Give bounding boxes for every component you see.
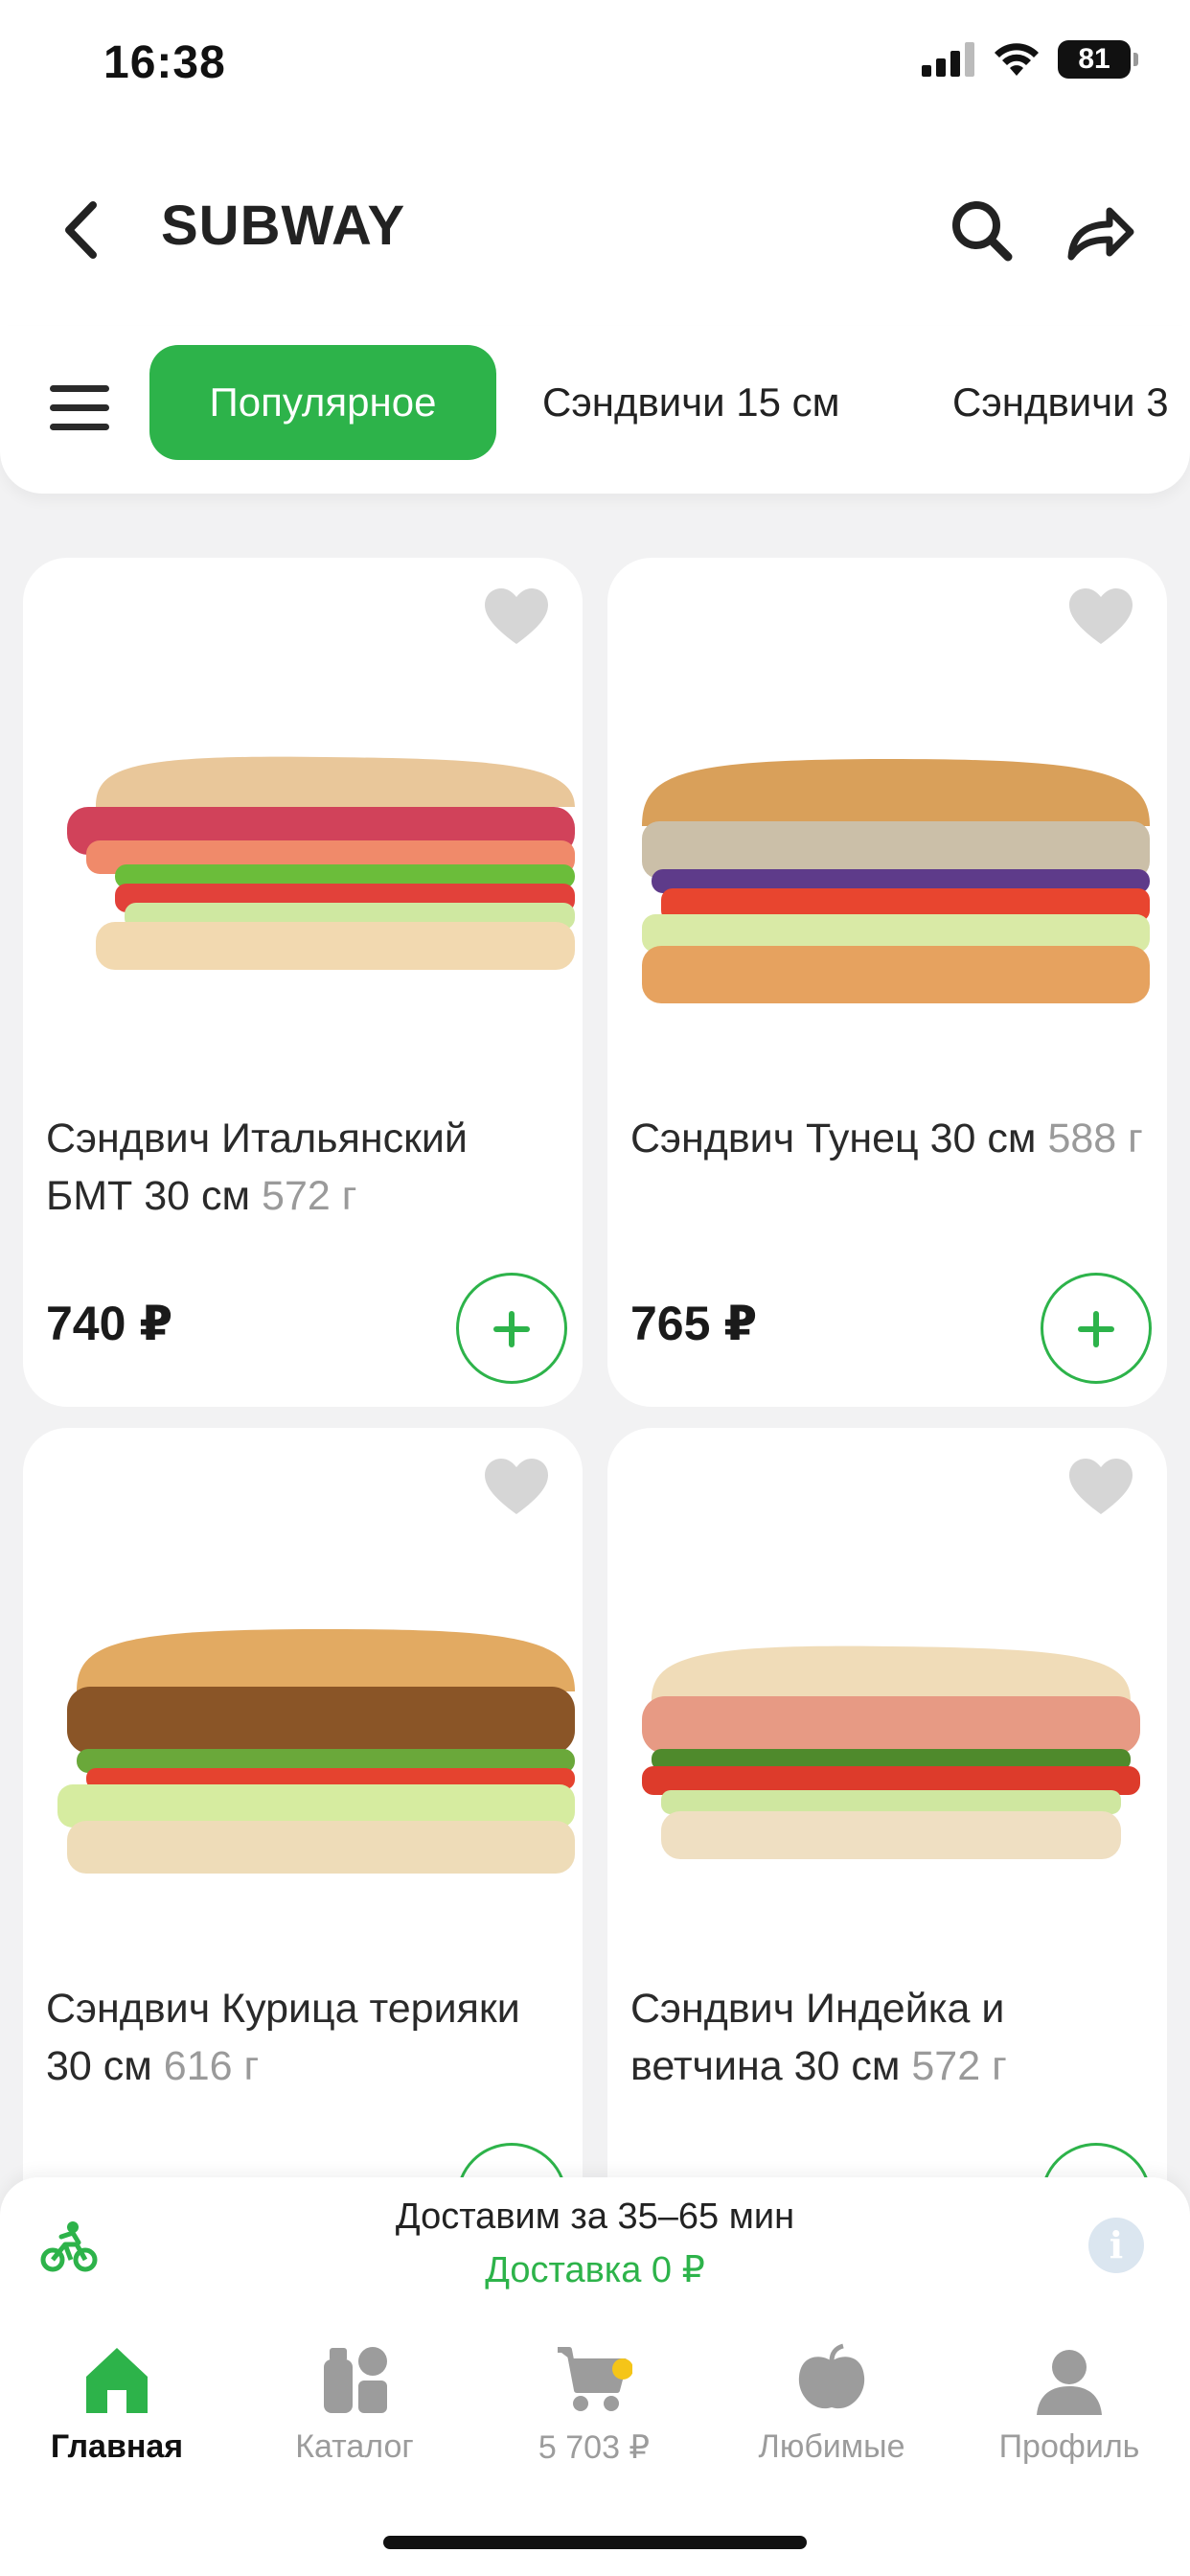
nav-catalog[interactable]: Каталог — [249, 2340, 460, 2466]
product-image — [67, 756, 575, 970]
header: SUBWAY — [0, 144, 1190, 335]
product-name: Сэндвич Курица терияки 30 см 616 г — [46, 1986, 520, 2089]
home-icon — [86, 2348, 148, 2413]
product-name: Сэндвич Индейка и ветчина 30 см 572 г — [630, 1986, 1007, 2089]
product-price: 740 ₽ — [46, 1297, 173, 1350]
nav-profile[interactable]: Профиль — [964, 2340, 1175, 2466]
delivery-cost: Доставка 0 ₽ — [485, 2250, 705, 2290]
status-bar: 16:38 81 — [0, 0, 1190, 144]
battery-indicator: 81 — [1058, 40, 1138, 79]
nav-profile-label: Профиль — [998, 2428, 1140, 2465]
delivery-time: Доставим за 35–65 мин — [395, 2196, 795, 2237]
nav-favorites-label: Любимые — [758, 2428, 905, 2465]
nav-cart[interactable]: 5 703 ₽ — [489, 2340, 699, 2467]
heart-icon[interactable] — [483, 586, 550, 648]
share-icon[interactable] — [1062, 197, 1138, 264]
product-weight: 588 г — [1047, 1116, 1143, 1162]
catalog-icon — [324, 2347, 387, 2413]
signal-icon — [922, 42, 974, 77]
product-price: 765 ₽ — [630, 1297, 758, 1350]
product-card[interactable]: Сэндвич Курица терияки 30 см 616 г — [23, 1428, 583, 2277]
nav-favorites[interactable]: Любимые — [726, 2340, 937, 2466]
product-card[interactable]: Сэндвич Итальянский БМТ 30 см 572 г 740 … — [23, 558, 583, 1407]
menu-icon[interactable] — [50, 385, 109, 435]
cart-icon — [558, 2347, 632, 2411]
product-card[interactable]: Сэндвич Индейка и ветчина 30 см 572 г — [607, 1428, 1167, 2277]
status-icons: 81 — [922, 40, 1138, 79]
back-button[interactable] — [50, 192, 117, 268]
product-image — [57, 1629, 575, 1874]
add-to-cart-button[interactable] — [1041, 1273, 1152, 1384]
wifi-icon — [995, 43, 1039, 76]
tab-sandwiches-15[interactable]: Сэндвичи 15 см — [542, 345, 840, 460]
product-card[interactable]: Сэндвич Тунец 30 см 588 г 765 ₽ — [607, 558, 1167, 1407]
tab-sandwiches-30[interactable]: Сэндвичи 3 — [952, 345, 1169, 460]
category-tabs: Популярное Сэндвичи 15 см Сэндвичи 3 — [0, 326, 1190, 494]
tab-popular[interactable]: Популярное — [149, 345, 496, 460]
heart-icon[interactable] — [1067, 586, 1134, 648]
nav-cart-total: 5 703 ₽ — [538, 2429, 651, 2466]
page-title: SUBWAY — [161, 195, 406, 257]
add-to-cart-button[interactable] — [456, 1273, 567, 1384]
info-icon[interactable]: i — [1088, 2218, 1144, 2273]
product-name: Сэндвич Итальянский БМТ 30 см 572 г — [46, 1116, 468, 1219]
product-image — [642, 1645, 1140, 1859]
nav-catalog-label: Каталог — [295, 2428, 414, 2465]
product-weight: 572 г — [262, 1173, 357, 1219]
product-weight: 572 г — [911, 2043, 1007, 2089]
status-time: 16:38 — [103, 37, 226, 88]
apple-icon — [798, 2343, 865, 2409]
heart-icon[interactable] — [1067, 1457, 1134, 1518]
nav-home-label: Главная — [50, 2428, 184, 2465]
product-name: Сэндвич Тунец 30 см 588 г — [630, 1116, 1143, 1162]
search-icon[interactable] — [949, 197, 1016, 264]
heart-icon[interactable] — [483, 1457, 550, 1518]
profile-icon — [1037, 2350, 1102, 2415]
product-image — [642, 759, 1150, 1003]
home-indicator — [383, 2536, 807, 2549]
product-weight: 616 г — [163, 2043, 260, 2089]
nav-home[interactable]: Главная — [11, 2340, 222, 2466]
delivery-info-bar[interactable]: Доставим за 35–65 мин Доставка 0 ₽ i — [0, 2177, 1190, 2315]
